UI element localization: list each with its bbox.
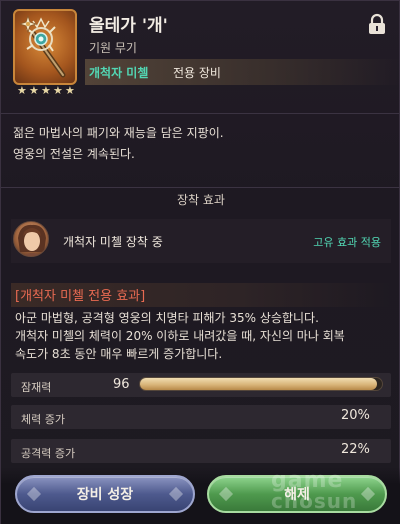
exclusive-label: 전용 장비 bbox=[173, 66, 221, 80]
equipment-detail-panel: ★ ★ ★ ★ ★ 올테가 '개' 기원 무기 개척자 미첼 전용 장비 젊은 … bbox=[0, 0, 400, 524]
item-icon-frame bbox=[13, 9, 77, 85]
exclusive-owner: 개척자 미첼 bbox=[89, 66, 149, 80]
equip-effect-title: 장착 효과 bbox=[177, 193, 225, 207]
equipment-growth-label: 장비 성장 bbox=[76, 487, 134, 503]
unique-effect-label: 고유 효과 적용 bbox=[313, 236, 381, 249]
potential-bar-fill bbox=[140, 378, 378, 390]
description-line: 젊은 마법사의 패기와 재능을 담은 지팡이. bbox=[13, 126, 224, 140]
star-icon: ★ bbox=[41, 84, 51, 97]
button-ornament bbox=[168, 486, 184, 502]
potential-bar bbox=[139, 377, 383, 391]
divider bbox=[1, 113, 400, 114]
lock-icon[interactable] bbox=[367, 13, 387, 35]
divider bbox=[1, 187, 400, 188]
effect-line: 아군 마법형, 공격형 영웅의 치명타 피해가 35% 상승합니다. bbox=[15, 311, 319, 325]
button-ornament bbox=[26, 486, 42, 502]
item-description: 젊은 마법사의 패기와 재능을 담은 지팡이. 영웅의 전설은 계속된다. bbox=[13, 123, 224, 165]
equipped-status: 개척자 미첼 장착 중 bbox=[63, 235, 163, 249]
stat-label: 공격력 증가 bbox=[21, 447, 76, 460]
watermark-line: game bbox=[271, 468, 344, 493]
button-ornament bbox=[360, 486, 376, 502]
stat-label: 체력 증가 bbox=[21, 413, 65, 426]
exclusive-effect-title: [개척자 미첼 전용 효과] bbox=[15, 289, 146, 304]
star-icon: ★ bbox=[29, 84, 39, 97]
item-name: 올테가 '개' bbox=[89, 16, 168, 36]
stat-row-hp bbox=[11, 405, 391, 429]
equipment-growth-button[interactable]: 장비 성장 bbox=[15, 475, 195, 513]
watermark: game chosun bbox=[271, 468, 358, 513]
watermark-line: chosun bbox=[271, 489, 358, 513]
button-ornament bbox=[218, 486, 234, 502]
star-icon: ★ bbox=[17, 84, 27, 97]
star-icon: ★ bbox=[65, 84, 75, 97]
effect-line: 속도가 8초 동안 매우 빠르게 증가합니다. bbox=[15, 347, 223, 361]
hero-portrait-icon bbox=[18, 224, 46, 256]
effect-line: 개척자 미첼의 체력이 20% 이하로 내려갔을 때, 자신의 마나 회복 bbox=[15, 329, 345, 343]
potential-value: 96 bbox=[113, 377, 130, 392]
stat-value: 20% bbox=[341, 408, 370, 423]
grade-badge-icon bbox=[19, 15, 37, 33]
potential-label: 잠재력 bbox=[21, 381, 52, 394]
stat-value: 22% bbox=[341, 442, 370, 457]
description-line: 영웅의 전설은 계속된다. bbox=[13, 147, 135, 161]
hero-avatar bbox=[13, 221, 49, 257]
item-header: ★ ★ ★ ★ ★ 올테가 '개' 기원 무기 개척자 미첼 전용 장비 bbox=[1, 1, 400, 113]
star-icon: ★ bbox=[53, 84, 63, 97]
item-type: 기원 무기 bbox=[89, 41, 137, 55]
star-rating: ★ ★ ★ ★ ★ bbox=[17, 85, 76, 97]
exclusive-effect-body: 아군 마법형, 공격형 영웅의 치명타 피해가 35% 상승합니다. 개척자 미… bbox=[15, 309, 345, 363]
equipped-hero-row[interactable]: 개척자 미첼 장착 중 고유 효과 적용 bbox=[11, 219, 391, 263]
